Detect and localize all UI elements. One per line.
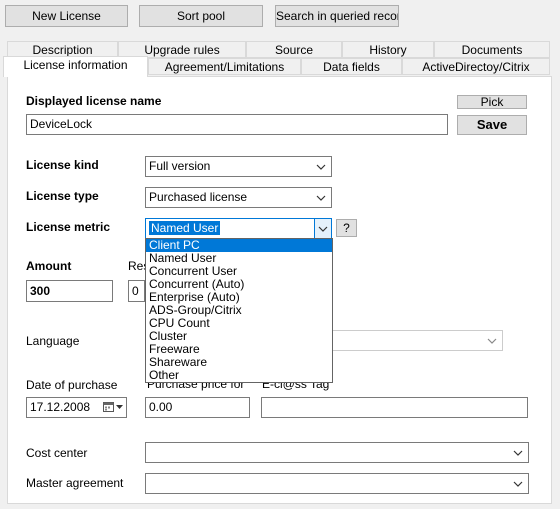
purchase-price-field[interactable]: 0.00 bbox=[145, 397, 250, 418]
tab-source[interactable]: Source bbox=[246, 41, 342, 58]
sort-pool-button[interactable]: Sort pool bbox=[139, 5, 263, 27]
date-of-purchase-field[interactable]: 17.12.2008 bbox=[26, 397, 127, 418]
tab-agreement-limitations[interactable]: Agreement/Limitations bbox=[148, 58, 301, 75]
license-metric-label: License metric bbox=[26, 220, 111, 234]
amount-label: Amount bbox=[26, 259, 72, 273]
license-kind-value: Full version bbox=[149, 159, 211, 173]
new-license-button[interactable]: New License bbox=[5, 5, 128, 27]
master-agreement-label: Master agreement bbox=[26, 476, 124, 490]
license-metric-value: Named User bbox=[149, 221, 221, 235]
tab-history[interactable]: History bbox=[342, 41, 434, 58]
res-field[interactable]: 0 bbox=[128, 280, 145, 302]
displayed-name-label: Displayed license name bbox=[26, 94, 162, 108]
license-metric-dropdown-list[interactable]: Client PC Named User Concurrent User Con… bbox=[145, 238, 333, 383]
chevron-down-icon bbox=[315, 157, 327, 176]
dropdown-option[interactable]: Other bbox=[146, 369, 332, 382]
license-type-value: Purchased license bbox=[149, 190, 248, 204]
license-kind-select[interactable]: Full version bbox=[145, 156, 332, 177]
pick-button[interactable]: Pick bbox=[457, 95, 527, 109]
cost-center-label: Cost center bbox=[26, 446, 88, 460]
chevron-down-icon bbox=[486, 331, 498, 350]
save-button[interactable]: Save bbox=[457, 115, 527, 135]
tab-data-fields[interactable]: Data fields bbox=[301, 58, 402, 75]
search-queried-records-button[interactable]: Search in queried records bbox=[275, 5, 399, 27]
master-agreement-select[interactable] bbox=[145, 473, 529, 494]
cost-center-select[interactable] bbox=[145, 442, 529, 463]
tab-documents[interactable]: Documents bbox=[434, 41, 550, 58]
metric-help-button[interactable]: ? bbox=[336, 219, 357, 237]
chevron-down-icon bbox=[512, 474, 524, 493]
amount-field[interactable]: 300 bbox=[26, 280, 113, 302]
date-value: 17.12.2008 bbox=[30, 400, 91, 414]
displayed-name-field[interactable]: DeviceLock bbox=[26, 114, 448, 135]
language-label: Language bbox=[26, 334, 80, 348]
eclass-tag-field[interactable] bbox=[261, 397, 528, 418]
chevron-down-icon bbox=[315, 188, 327, 207]
tab-activedirectory-citrix[interactable]: ActiveDirectoy/Citrix bbox=[402, 58, 550, 75]
license-metric-select[interactable]: Named User bbox=[145, 218, 332, 239]
license-kind-label: License kind bbox=[26, 158, 99, 172]
chevron-down-icon bbox=[314, 219, 331, 238]
calendar-icon[interactable] bbox=[103, 401, 123, 412]
date-of-purchase-label: Date of purchase bbox=[26, 378, 118, 392]
license-type-select[interactable]: Purchased license bbox=[145, 187, 332, 208]
tab-license-information[interactable]: License information bbox=[3, 56, 148, 77]
chevron-down-icon bbox=[512, 443, 524, 462]
license-type-label: License type bbox=[26, 189, 99, 203]
